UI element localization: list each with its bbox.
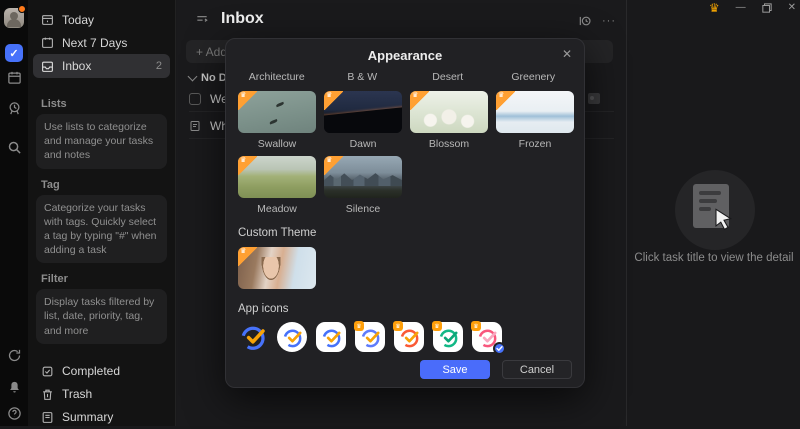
premium-corner-badge: ♛ xyxy=(324,156,343,175)
completed-icon xyxy=(41,365,54,378)
premium-crown-icon[interactable]: ♛ xyxy=(709,2,720,14)
section-header-tag[interactable]: Tag xyxy=(41,179,162,191)
theme-frozen[interactable]: ♛ Frozen xyxy=(496,91,574,150)
bell-icon[interactable] xyxy=(5,378,23,396)
sidebar-item-today[interactable]: Today xyxy=(33,8,170,31)
theme-row: ♛ Swallow ♛ Dawn ♛ Blossom ♛ Froz xyxy=(238,91,572,150)
save-button[interactable]: Save xyxy=(420,360,490,379)
inbox-count-badge: 2 xyxy=(156,60,162,72)
selected-check-badge xyxy=(493,342,506,355)
premium-corner-badge: ♛ xyxy=(324,91,343,110)
section-header-filter[interactable]: Filter xyxy=(41,273,162,285)
detail-panel: Click task title to view the detail xyxy=(626,0,800,426)
app-icon-option-3[interactable] xyxy=(316,322,346,352)
theme-silence[interactable]: ♛ Silence xyxy=(324,156,402,215)
sidebar-item-trash[interactable]: Trash xyxy=(33,383,170,406)
theme-label-greenery[interactable]: Greenery xyxy=(495,71,573,83)
sidebar-toggle-icon[interactable] xyxy=(195,12,209,26)
chevron-down-icon xyxy=(188,72,198,82)
app-icons-title: App icons xyxy=(238,303,572,315)
theme-label-bw[interactable]: B & W xyxy=(324,71,402,83)
task-checkbox[interactable] xyxy=(189,93,201,105)
inbox-icon xyxy=(41,60,54,73)
premium-mini-badge: ♛ xyxy=(432,321,442,331)
app-icons-row: ♛ ♛ ♛ ♛ xyxy=(238,322,572,352)
theme-meadow[interactable]: ♛ Meadow xyxy=(238,156,316,215)
theme-label-desert[interactable]: Desert xyxy=(409,71,487,83)
help-icon[interactable] xyxy=(5,404,23,422)
app-icon-option-1[interactable] xyxy=(238,322,268,352)
theme-custom[interactable]: ♛ xyxy=(238,247,316,289)
summary-icon xyxy=(41,411,54,424)
maximize-button[interactable] xyxy=(762,3,772,13)
avatar-body xyxy=(7,19,21,27)
appearance-dialog: Appearance ✕ Architecture B & W Desert G… xyxy=(225,38,585,388)
empty-state-text: Click task title to view the detail xyxy=(627,252,800,264)
sidebar-item-label: Summary xyxy=(62,410,113,424)
trash-icon xyxy=(41,388,54,401)
app-icon-option-4[interactable]: ♛ xyxy=(355,322,385,352)
premium-corner-badge: ♛ xyxy=(410,91,429,110)
theme-labels-row: Architecture B & W Desert Greenery xyxy=(238,71,572,83)
sidebar-item-next7days[interactable]: Next 7 Days xyxy=(33,31,170,54)
cancel-button[interactable]: Cancel xyxy=(502,360,572,379)
sync-icon[interactable] xyxy=(5,346,23,364)
close-button[interactable]: ✕ xyxy=(788,3,796,13)
premium-mini-badge: ♛ xyxy=(393,321,403,331)
app-icon-option-6[interactable]: ♛ xyxy=(433,322,463,352)
custom-theme-title: Custom Theme xyxy=(238,227,572,239)
empty-state-illustration xyxy=(675,170,755,250)
app-rail: ✓ xyxy=(0,0,28,426)
sidebar: Today Next 7 Days Inbox 2 Lists Use list… xyxy=(28,0,176,426)
theme-blossom[interactable]: ♛ Blossom xyxy=(410,91,488,150)
search-icon[interactable] xyxy=(5,138,23,156)
tag-tip: Categorize your tasks with tags. Quickly… xyxy=(36,195,167,264)
close-icon[interactable]: ✕ xyxy=(562,47,572,61)
premium-corner-badge: ♛ xyxy=(496,91,515,110)
app-icon-option-5[interactable]: ♛ xyxy=(394,322,424,352)
premium-corner-badge: ♛ xyxy=(238,91,257,110)
today-icon xyxy=(41,13,54,26)
sidebar-item-label: Next 7 Days xyxy=(62,36,127,50)
lists-tip: Use lists to categorize and manage your … xyxy=(36,114,167,169)
sidebar-item-label: Today xyxy=(62,13,94,27)
sort-icon[interactable] xyxy=(578,14,592,28)
sidebar-item-summary[interactable]: Summary xyxy=(33,406,170,429)
premium-mini-badge: ♛ xyxy=(471,321,481,331)
focus-nav-icon[interactable] xyxy=(5,99,23,117)
sidebar-item-label: Completed xyxy=(62,364,120,378)
section-header-lists[interactable]: Lists xyxy=(41,98,162,110)
sidebar-item-completed[interactable]: Completed xyxy=(33,360,170,383)
next7days-icon xyxy=(41,36,54,49)
theme-label-architecture[interactable]: Architecture xyxy=(238,71,316,83)
page-title: Inbox xyxy=(221,10,264,28)
note-icon xyxy=(189,120,201,132)
avatar[interactable] xyxy=(4,8,24,28)
dialog-title: Appearance xyxy=(226,48,584,63)
notification-dot xyxy=(18,5,26,13)
filter-tip: Display tasks filtered by list, date, pr… xyxy=(36,289,167,344)
theme-dawn[interactable]: ♛ Dawn xyxy=(324,91,402,150)
dialog-buttons: Save Cancel xyxy=(420,360,572,379)
sidebar-item-label: Inbox xyxy=(62,59,91,73)
calendar-nav-icon[interactable] xyxy=(5,68,23,86)
premium-mini-badge: ♛ xyxy=(354,321,364,331)
cursor-icon xyxy=(713,208,735,232)
tasks-nav-icon[interactable]: ✓ xyxy=(5,44,23,62)
window-controls: ♛ — ✕ xyxy=(709,0,796,16)
dialog-header: Appearance ✕ xyxy=(226,39,584,65)
sidebar-item-label: Trash xyxy=(62,387,92,401)
premium-corner-badge: ♛ xyxy=(238,156,257,175)
premium-corner-badge: ♛ xyxy=(238,247,257,266)
main-header: Inbox ··· xyxy=(177,0,626,38)
app-icon-option-2[interactable] xyxy=(277,322,307,352)
attachment-icon xyxy=(588,93,600,104)
theme-swallow[interactable]: ♛ Swallow xyxy=(238,91,316,150)
app-icon-option-7-selected[interactable]: ♛ xyxy=(472,322,502,352)
theme-row: ♛ Meadow ♛ Silence xyxy=(238,156,572,215)
more-options-icon[interactable]: ··· xyxy=(602,15,616,27)
minimize-button[interactable]: — xyxy=(736,3,746,13)
sidebar-item-inbox[interactable]: Inbox 2 xyxy=(33,54,170,78)
